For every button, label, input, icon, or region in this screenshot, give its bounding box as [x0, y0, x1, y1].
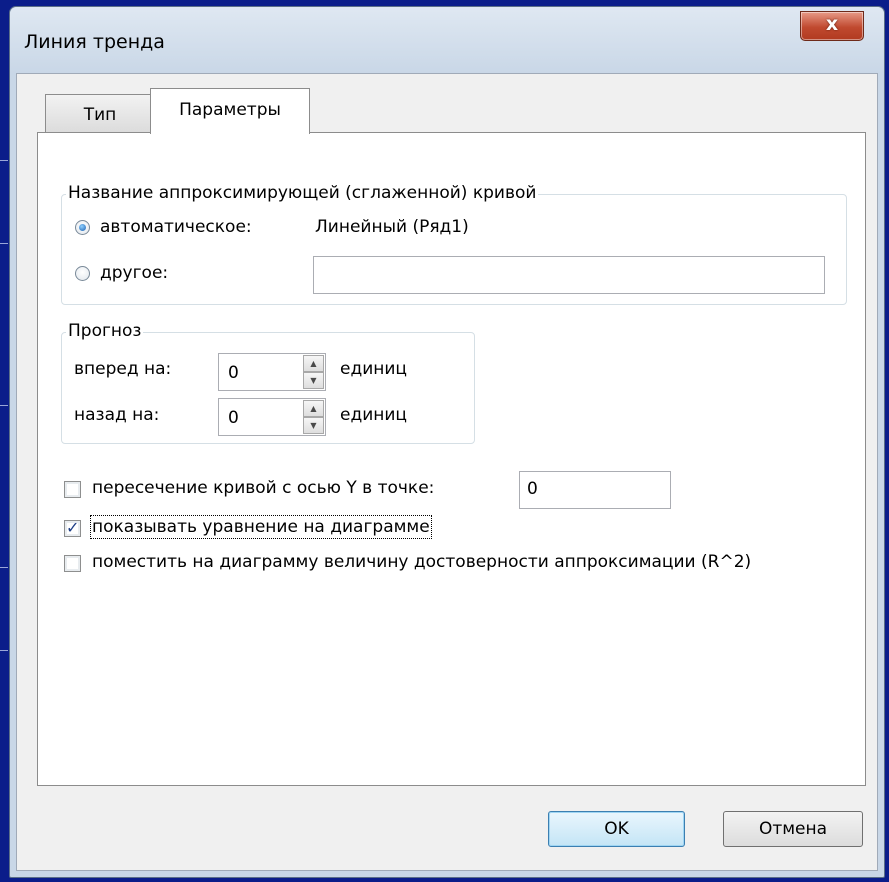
checkmark-icon: ✓ [66, 518, 80, 537]
backward-label: назад на: [74, 405, 160, 425]
forward-units: единиц [340, 359, 407, 379]
backward-down-arrow-icon[interactable]: ▼ [303, 417, 324, 434]
parameters-panel: Название аппроксимирующей (сглаженной) к… [37, 132, 866, 786]
background-mark [0, 405, 8, 406]
intercept-input[interactable]: 0 [519, 471, 671, 509]
equation-checkbox[interactable]: ✓ [64, 518, 81, 537]
other-name-label[interactable]: другое: [100, 263, 168, 283]
other-name-radio[interactable] [75, 266, 90, 281]
dialog-body: Тип Параметры Название аппроксимирующей … [16, 73, 878, 871]
forecast-group-legend: Прогноз [66, 321, 144, 341]
cancel-button[interactable]: Отмена [723, 811, 863, 847]
r-squared-checkbox[interactable] [64, 555, 81, 572]
intercept-label[interactable]: пересечение кривой с осью Y в точке: [92, 478, 434, 498]
backward-up-arrow-icon[interactable]: ▲ [303, 400, 324, 417]
tab-parameters[interactable]: Параметры [150, 88, 310, 134]
forward-value[interactable]: 0 [228, 363, 239, 383]
title-bar[interactable]: Линия тренда x [10, 7, 884, 73]
backward-units: единиц [340, 405, 407, 425]
backward-value[interactable]: 0 [228, 408, 239, 428]
forward-stepper[interactable]: 0 ▲ ▼ [218, 353, 326, 391]
forward-down-arrow-icon[interactable]: ▼ [303, 372, 324, 389]
equation-label[interactable]: показывать уравнение на диаграмме [90, 515, 432, 539]
auto-name-label[interactable]: автоматическое: [100, 217, 252, 237]
close-icon: x [825, 13, 839, 35]
background-mark [0, 567, 8, 568]
background-mark [0, 650, 8, 651]
background-mark [0, 160, 8, 161]
r-squared-label[interactable]: поместить на диаграмму величину достовер… [92, 552, 751, 572]
close-button[interactable]: x [800, 11, 864, 41]
other-name-input[interactable] [313, 256, 825, 294]
name-group-legend: Название аппроксимирующей (сглаженной) к… [66, 183, 539, 203]
trendline-dialog: Линия тренда x Тип Параметры Название ап… [9, 6, 885, 878]
forward-up-arrow-icon[interactable]: ▲ [303, 355, 324, 372]
forward-label: вперед на: [74, 359, 172, 379]
intercept-checkbox[interactable] [64, 481, 81, 498]
backward-stepper[interactable]: 0 ▲ ▼ [218, 398, 326, 436]
tab-type[interactable]: Тип [45, 94, 155, 132]
auto-name-radio[interactable] [75, 220, 90, 235]
ok-button[interactable]: OK [548, 811, 685, 847]
background-mark [0, 243, 8, 244]
auto-name-value: Линейный (Ряд1) [315, 217, 469, 237]
window-title: Линия тренда [24, 31, 165, 53]
